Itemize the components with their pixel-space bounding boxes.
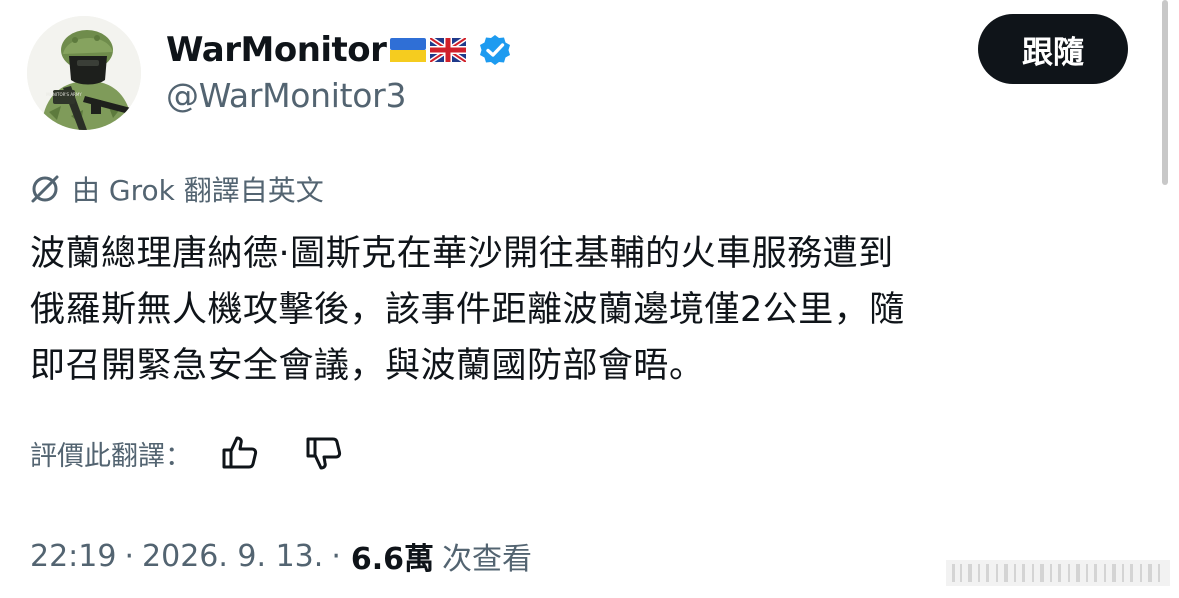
tweet-line: 俄羅斯無人機攻擊後，該事件距離波蘭邊境僅2公里，隨 [30, 290, 905, 330]
tweet-time[interactable]: 22:19 [30, 539, 116, 574]
follow-button[interactable]: 跟隨 [978, 14, 1128, 84]
views-count[interactable]: 6.6萬 [351, 534, 434, 578]
tweet-date[interactable]: 2026. 9. 13. [142, 539, 323, 574]
translation-label[interactable]: 由 Grok 翻譯自英文 [72, 169, 324, 209]
verified-badge-icon[interactable] [478, 33, 512, 67]
meta-separator: · [124, 538, 135, 574]
rate-translation-row: 評價此翻譯： [30, 430, 344, 476]
thumbs-up-icon[interactable] [220, 433, 260, 473]
display-name[interactable]: WarMonitor [166, 30, 387, 70]
tweet-meta: 22:19 · 2026. 9. 13. · 6.6萬 次查看 [30, 533, 532, 579]
views-label: 次查看 [442, 542, 533, 577]
uk-flag-icon [430, 38, 467, 62]
tweet-line: 波蘭總理唐納德·圖斯克在華沙開往基輔的火車服務遭到 [30, 234, 894, 274]
translation-notice: 由 Grok 翻譯自英文 [30, 168, 324, 210]
tweet-text: 波蘭總理唐納德·圖斯克在華沙開往基輔的火車服務遭到 俄羅斯無人機攻擊後，該事件距… [30, 226, 1145, 394]
tweet-line: 即召開緊急安全會議，與波蘭國防部會晤。 [30, 346, 705, 386]
meta-separator: · [331, 538, 341, 574]
rate-translation-label: 評價此翻譯： [30, 440, 192, 472]
avatar-patch-text-top: MONITOR'S ARMY [46, 92, 82, 97]
user-name-row: WarMonitor [166, 25, 512, 75]
scrollbar[interactable] [1162, 0, 1168, 185]
thumbs-down-icon[interactable] [304, 433, 344, 473]
watermark-bar [946, 558, 1170, 588]
grok-icon [30, 174, 60, 204]
user-handle[interactable]: @WarMonitor3 [166, 76, 406, 115]
avatar[interactable]: MONITOR'S ARMY [27, 16, 141, 130]
ukraine-flag-icon [390, 38, 427, 62]
soldier-avatar-image: MONITOR'S ARMY [27, 16, 141, 130]
